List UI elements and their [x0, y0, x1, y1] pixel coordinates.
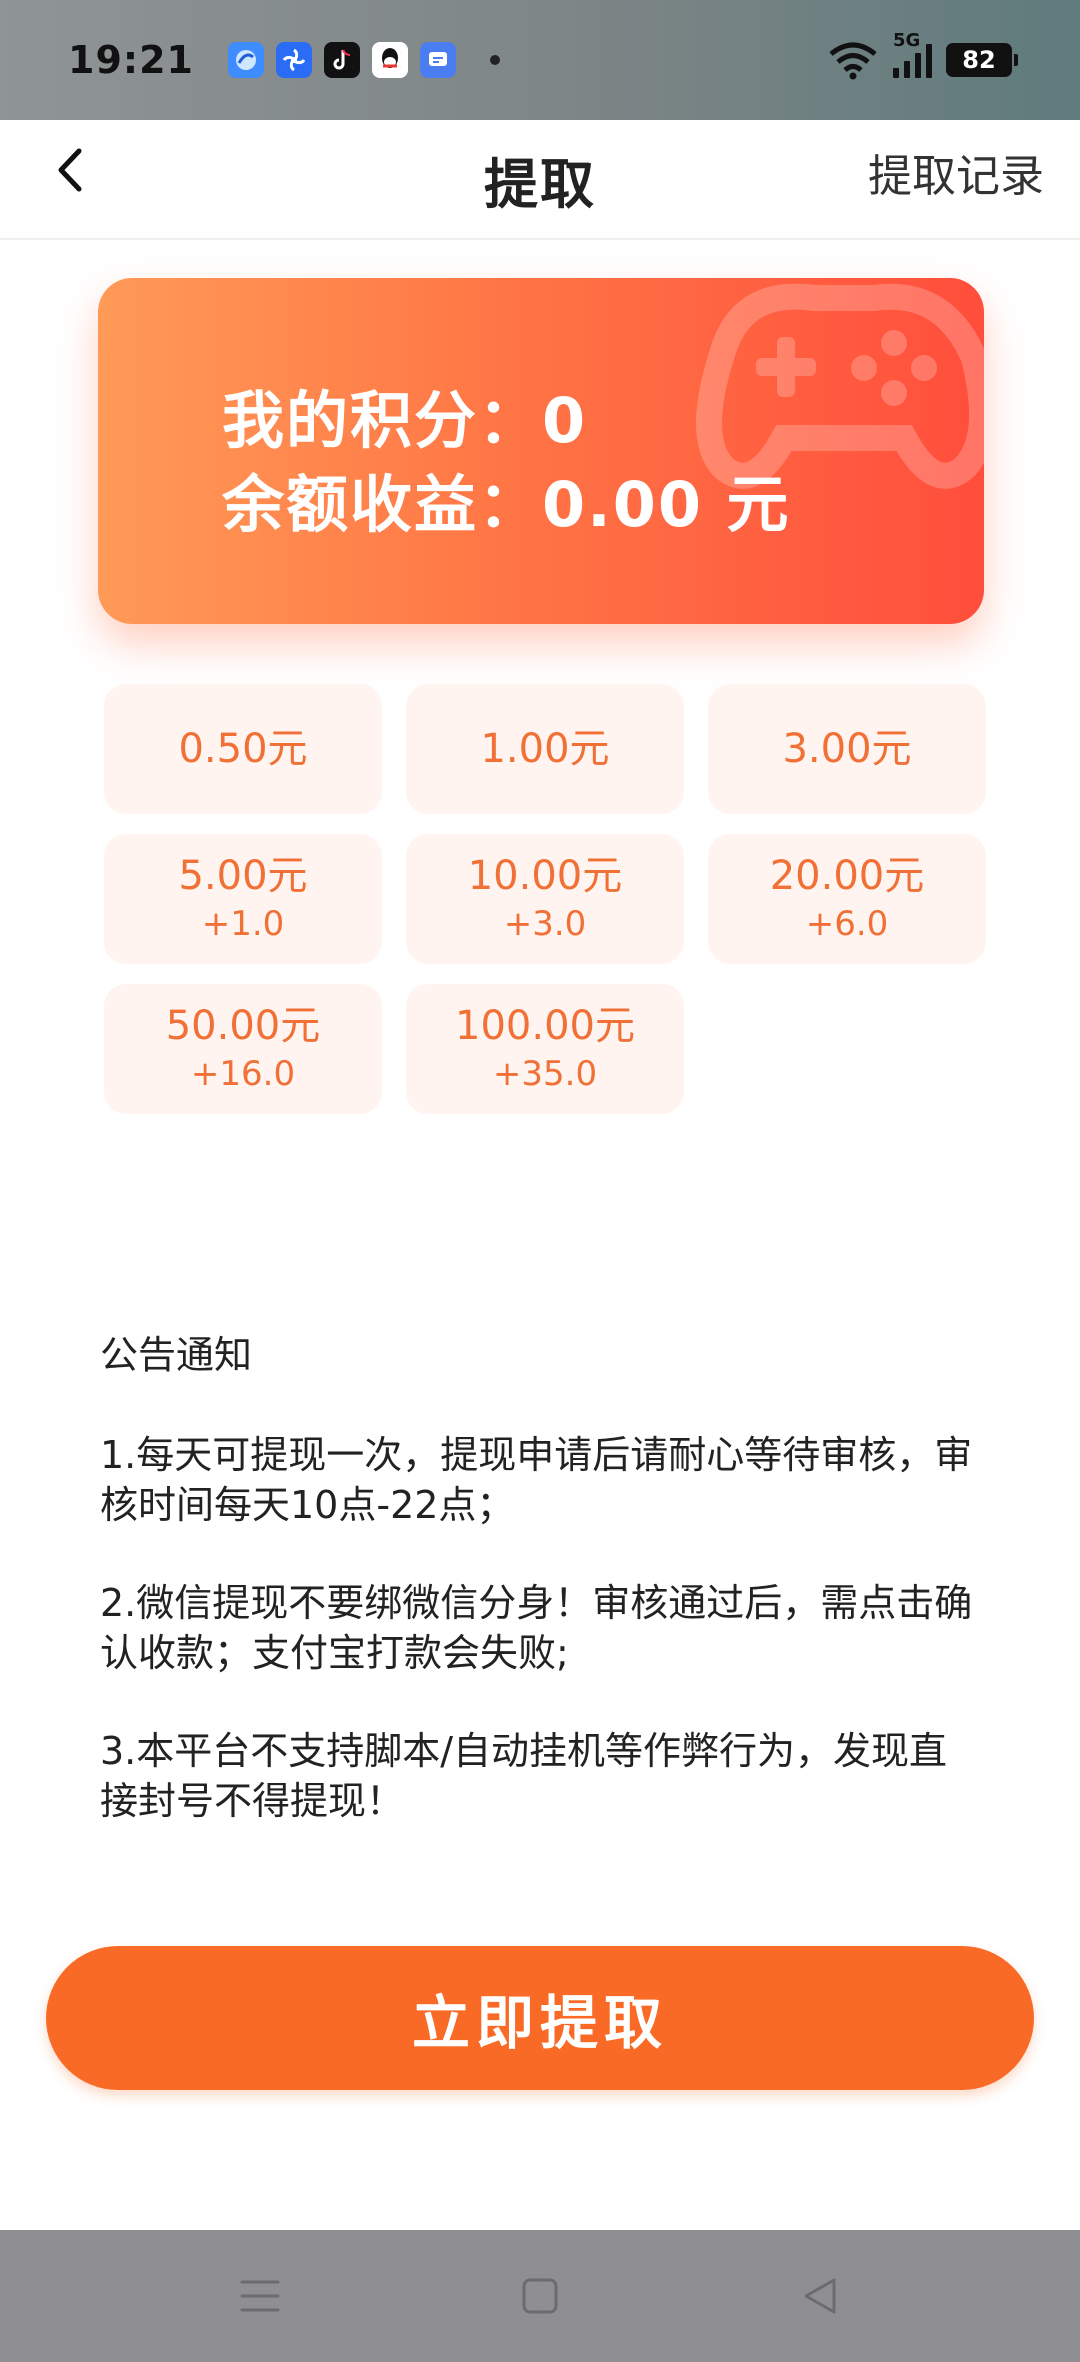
network-type: 5G [893, 30, 921, 51]
notification-icons [227, 42, 500, 78]
status-bar: 19:21 5G 82 [0, 0, 1080, 120]
notice-title: 公告通知 [100, 1333, 253, 1377]
message-icon [419, 42, 456, 78]
status-right: 5G 82 [827, 30, 1018, 80]
amount-option[interactable]: 100.00元 +35.0 [406, 984, 684, 1114]
amount-value: 50.00元 [165, 1003, 321, 1049]
menu-icon [240, 2280, 280, 2312]
cell-signal: 5G [893, 30, 932, 78]
battery-level: 82 [962, 46, 996, 74]
tiktok-icon [323, 42, 360, 78]
page-title: 提取 [484, 152, 596, 216]
amount-value: 1.00元 [480, 726, 610, 772]
amount-bonus: +3.0 [503, 904, 587, 944]
amount-value: 100.00元 [455, 1003, 635, 1049]
amount-option[interactable]: 0.50元 [104, 684, 382, 814]
amount-bonus: +1.0 [201, 904, 285, 944]
amount-option[interactable]: 5.00元 +1.0 [104, 834, 382, 964]
wifi-icon [829, 42, 877, 80]
square-icon [522, 2278, 558, 2314]
amount-value: 3.00元 [782, 726, 912, 772]
amount-option[interactable]: 1.00元 [406, 684, 684, 814]
amount-value: 20.00元 [769, 853, 925, 899]
browser-icon [227, 42, 264, 78]
amount-option[interactable]: 50.00元 +16.0 [104, 984, 382, 1114]
amount-option[interactable]: 20.00元 +6.0 [708, 834, 986, 964]
points-text: 我的积分：0 [222, 384, 588, 457]
battery-icon: 82 [946, 43, 1018, 77]
home-button[interactable] [510, 2266, 570, 2326]
amount-bonus: +6.0 [805, 904, 889, 944]
balance-card: 我的积分：0 余额收益：0.00 元 [98, 278, 984, 624]
notice-section: 公告通知 1.每天可提现一次，提现申请后请耐心等待审核，审核时间每天10点-22… [100, 1330, 980, 1874]
amount-option[interactable]: 3.00元 [708, 684, 986, 814]
system-nav-bar [0, 2230, 1080, 2362]
back-button[interactable] [40, 138, 100, 202]
amount-option[interactable]: 10.00元 +3.0 [406, 834, 684, 964]
amount-bonus: +35.0 [492, 1054, 598, 1094]
amount-value: 0.50元 [178, 726, 308, 772]
triangle-back-icon [804, 2278, 836, 2314]
amount-value: 5.00元 [178, 853, 308, 899]
withdraw-record-link[interactable]: 提取记录 [868, 140, 1044, 204]
status-time: 19:21 [68, 38, 194, 82]
notice-item: 1.每天可提现一次，提现申请后请耐心等待审核，审核时间每天10点-22点； [100, 1433, 973, 1527]
back-nav-button[interactable] [790, 2266, 850, 2326]
withdraw-page: 19:21 5G 82 提取 提取记录 我的积分：0 余额收益：0.00 元 0… [0, 0, 1080, 2362]
amount-bonus: +16.0 [190, 1054, 296, 1094]
withdraw-now-button[interactable]: 立即提取 [46, 1946, 1034, 2090]
qq-icon [371, 42, 408, 78]
amount-options: 0.50元 1.00元 3.00元 5.00元 +1.0 10.00元 +3.0… [104, 684, 988, 1114]
amount-value: 10.00元 [467, 853, 623, 899]
more-notifications-dot [489, 55, 500, 65]
notice-item: 2.微信提现不要绑微信分身！审核通过后，需点击确认收款；支付宝打款会失败; [100, 1581, 973, 1675]
pinwheel-icon [275, 42, 312, 78]
chevron-left-icon [58, 148, 82, 192]
recents-button[interactable] [230, 2266, 290, 2326]
top-nav-bar: 提取 提取记录 [0, 120, 1080, 240]
earnings-text: 余额收益：0.00 元 [222, 468, 791, 541]
notice-item: 3.本平台不支持脚本/自动挂机等作弊行为，发现直接封号不得提现！ [100, 1729, 948, 1823]
